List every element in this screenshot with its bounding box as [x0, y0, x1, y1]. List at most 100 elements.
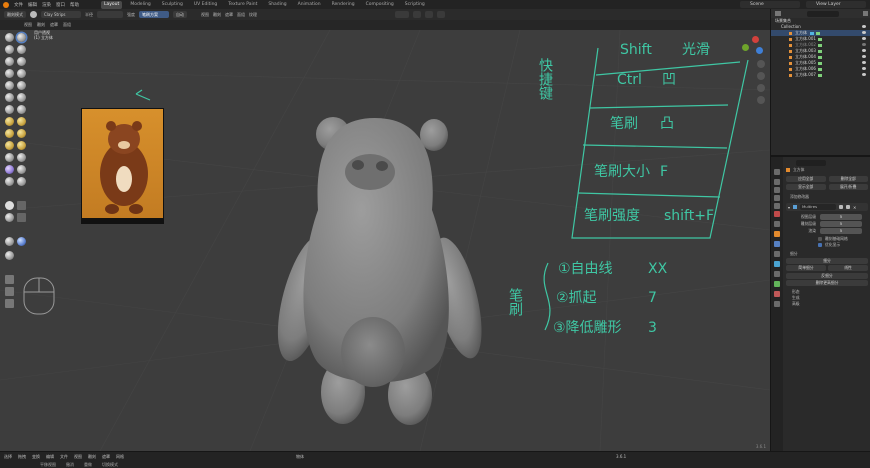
mesh-data-icon[interactable] [816, 31, 820, 35]
outliner-search-input[interactable] [807, 10, 839, 17]
modifier-name-field[interactable]: Multires [800, 204, 837, 210]
tool-box-face-set[interactable] [17, 213, 26, 222]
tool-clay-thumb[interactable] [5, 57, 14, 66]
tab-sculpting[interactable]: Sculpting [159, 1, 186, 9]
visibility-eye-icon[interactable] [862, 55, 866, 58]
tool-draw[interactable] [5, 33, 14, 42]
render-levels-field[interactable]: 5 [820, 228, 862, 234]
menu-view[interactable]: 视图 [201, 12, 209, 18]
simple-button[interactable]: 简单细分 [786, 265, 826, 271]
status-item-mesh[interactable]: 网格 [116, 454, 124, 460]
tool-mask[interactable] [5, 201, 14, 210]
tool-pose[interactable] [17, 141, 26, 150]
menu-face-sets[interactable]: 面组 [237, 12, 245, 18]
tool-scrape[interactable] [5, 105, 14, 114]
blender-logo-icon[interactable] [3, 1, 9, 8]
tab-rendering[interactable]: Rendering [329, 1, 358, 9]
3d-viewport[interactable]: 快捷键 Shift 光滑 Ctrl 凹 笔刷 凸 笔刷大小 F 笔刷强度 shi… [0, 30, 770, 451]
filter-icon[interactable] [863, 11, 868, 16]
menu-render[interactable]: 渲染 [42, 2, 51, 8]
tab-collection-icon[interactable] [774, 221, 780, 227]
status-item-transform[interactable]: 变换 [32, 454, 40, 460]
apply-all-button[interactable]: 应用全部 [786, 176, 826, 182]
brush-name-field[interactable]: Clay Strips [41, 11, 81, 18]
tab-output-icon[interactable] [774, 187, 780, 193]
mode-selector[interactable]: 雕刻模式 [4, 11, 26, 18]
tab-scene-icon[interactable] [774, 203, 780, 209]
menu-mask[interactable]: 遮罩 [225, 12, 233, 18]
tab-world-icon[interactable] [774, 211, 780, 217]
tab-layout[interactable]: Layout [101, 0, 123, 9]
mesh-data-icon[interactable] [817, 49, 822, 53]
delete-higher-button[interactable]: 删除更高细分 [786, 280, 868, 286]
pan-hand-icon[interactable] [757, 72, 765, 80]
visibility-eye-icon[interactable] [862, 37, 866, 40]
shading-material-button[interactable] [425, 11, 433, 18]
nav-gizmo-y[interactable] [742, 44, 749, 51]
status-item-edit[interactable]: 编辑 [46, 454, 54, 460]
status-item-view[interactable]: 视图 [74, 454, 82, 460]
visibility-eye-icon[interactable] [862, 73, 866, 76]
tab-animation[interactable]: Animation [295, 1, 324, 9]
shading-render-button[interactable] [437, 11, 445, 18]
tool-flatten[interactable] [5, 93, 14, 102]
unsubdivide-button[interactable]: 反细分 [786, 273, 868, 279]
tool-scale[interactable] [5, 299, 14, 308]
mesh-data-icon[interactable] [817, 73, 822, 77]
mesh-data-icon[interactable] [817, 37, 822, 41]
modifier-realtime-icon[interactable] [839, 205, 844, 209]
menu-help[interactable]: 帮助 [70, 2, 79, 8]
xray-button[interactable] [395, 11, 409, 18]
modifier-render-icon[interactable] [846, 205, 851, 209]
tab-view-layer-icon[interactable] [774, 195, 780, 201]
sculpt-base-mesh-checkbox[interactable] [818, 237, 822, 241]
tab-texture-paint[interactable]: Texture Paint [225, 1, 260, 9]
tool-move[interactable] [5, 275, 14, 284]
visibility-eye-icon[interactable] [862, 61, 866, 64]
tab-uv-editing[interactable]: UV Editing [191, 1, 220, 9]
subdivision-section-header[interactable]: 细分 [786, 251, 868, 257]
menu-file[interactable]: 文件 [14, 2, 23, 8]
sculpt-levels-field[interactable]: 5 [820, 221, 862, 227]
nav-gizmo-z[interactable] [756, 47, 763, 54]
brush-icon[interactable] [30, 11, 37, 18]
outliner-row-cube-007[interactable]: 立方体.007 [771, 72, 870, 78]
visibility-eye-icon[interactable] [862, 31, 866, 34]
tool-nudge[interactable] [5, 153, 14, 162]
linear-button[interactable]: 线性 [828, 265, 868, 271]
tool-multiplane-scrape[interactable] [17, 105, 26, 114]
tool-color-filter[interactable] [17, 237, 26, 246]
view-layer-selector[interactable]: View Layer [806, 1, 866, 8]
tool-crease[interactable] [5, 81, 14, 90]
tab-compositing[interactable]: Compositing [363, 1, 397, 9]
tool-smooth[interactable] [17, 81, 26, 90]
visibility-eye-icon[interactable] [862, 25, 866, 28]
shading-solid-button[interactable] [413, 11, 421, 18]
tool-pinch[interactable] [5, 117, 14, 126]
radius-field[interactable] [97, 11, 123, 18]
auto-button[interactable]: 自动 [173, 11, 187, 18]
zoom-icon[interactable] [757, 60, 765, 68]
tool-clay[interactable] [5, 45, 14, 54]
tab-render-icon[interactable] [774, 179, 780, 185]
tool-draw-sharp[interactable] [17, 33, 26, 42]
tool-rotate-transform[interactable] [5, 287, 14, 296]
tool-boundary[interactable] [17, 165, 26, 174]
ortho-grid-icon[interactable] [757, 96, 765, 104]
status-item-drag[interactable]: 拖拽 [18, 454, 26, 460]
advanced-section-header[interactable]: 高级 [786, 301, 868, 307]
tool-blob[interactable] [17, 69, 26, 78]
menu-sculpt[interactable]: 雕刻 [213, 12, 221, 18]
tool-cloth[interactable] [5, 177, 14, 186]
modifier-close-icon[interactable]: ✕ [853, 205, 856, 210]
vp-menu-view[interactable]: 视图 [24, 22, 32, 28]
tool-snake-hook[interactable] [17, 129, 26, 138]
vp-menu-mask[interactable]: 遮罩 [50, 22, 58, 28]
tab-shading[interactable]: Shading [265, 1, 289, 9]
add-modifier-dropdown[interactable]: 添加修改器 [786, 194, 868, 200]
strength-field[interactable]: 笔刷方案 [139, 11, 169, 18]
tool-grab[interactable] [17, 117, 26, 126]
visibility-eye-icon[interactable] [862, 43, 866, 46]
visibility-eye-icon[interactable] [862, 67, 866, 70]
tool-elastic[interactable] [5, 129, 14, 138]
